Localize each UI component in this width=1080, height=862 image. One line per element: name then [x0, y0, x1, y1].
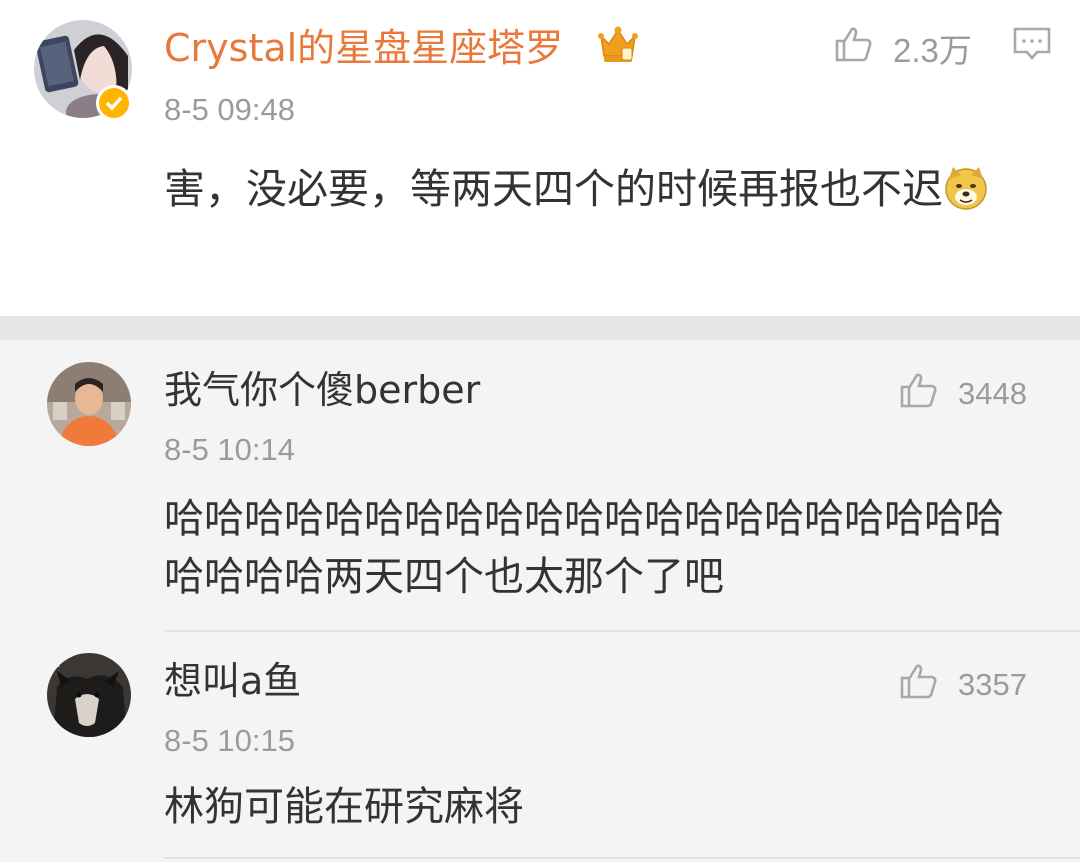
thumbs-up-icon [900, 371, 938, 417]
timestamp: 8-5 09:48 [164, 92, 295, 127]
divider [164, 857, 1080, 859]
section-divider [0, 316, 1080, 340]
comment-icon[interactable] [1013, 27, 1051, 65]
timestamp: 8-5 10:15 [164, 723, 295, 758]
username[interactable]: Crystal的星盘星座塔罗 [164, 25, 563, 71]
like-count: 3448 [958, 376, 1027, 411]
avatar[interactable] [47, 362, 131, 446]
divider [164, 630, 1080, 632]
doge-emoji-icon [943, 165, 989, 211]
like-button[interactable]: 2.3万 [835, 24, 972, 72]
like-button[interactable]: 3357 [900, 662, 1027, 708]
like-count: 3357 [958, 667, 1027, 702]
username[interactable]: 想叫a鱼 [164, 658, 301, 704]
avatar[interactable]: ﾞ! [47, 653, 131, 737]
reply-text: 哈哈哈哈哈哈哈哈哈哈哈哈哈哈哈哈哈哈哈哈哈哈哈哈哈两天四个也太那个了吧 [164, 496, 1004, 600]
like-button[interactable]: 3448 [900, 371, 1027, 417]
thumbs-up-icon [900, 662, 938, 708]
timestamp: 8-5 10:14 [164, 432, 295, 467]
like-count: 2.3万 [893, 32, 972, 69]
svg-text:ﾞ!: ﾞ! [51, 657, 61, 670]
thumbs-up-icon [835, 25, 873, 71]
replies-list: 我气你个傻berber 8-5 10:14 3448 哈哈哈哈哈哈哈哈哈哈哈哈哈… [0, 340, 1080, 862]
verified-badge-icon [96, 85, 132, 121]
username[interactable]: 我气你个傻berber [164, 367, 480, 413]
crown-icon [598, 24, 638, 66]
comment-text: 害，没必要，等两天四个的时候再报也不迟 [164, 160, 1044, 218]
main-comment: Crystal的星盘星座塔罗 8-5 09:48 2.3万 害，没必要，等两天四… [0, 0, 1080, 316]
reply-text: 林狗可能在研究麻将 [164, 784, 524, 830]
